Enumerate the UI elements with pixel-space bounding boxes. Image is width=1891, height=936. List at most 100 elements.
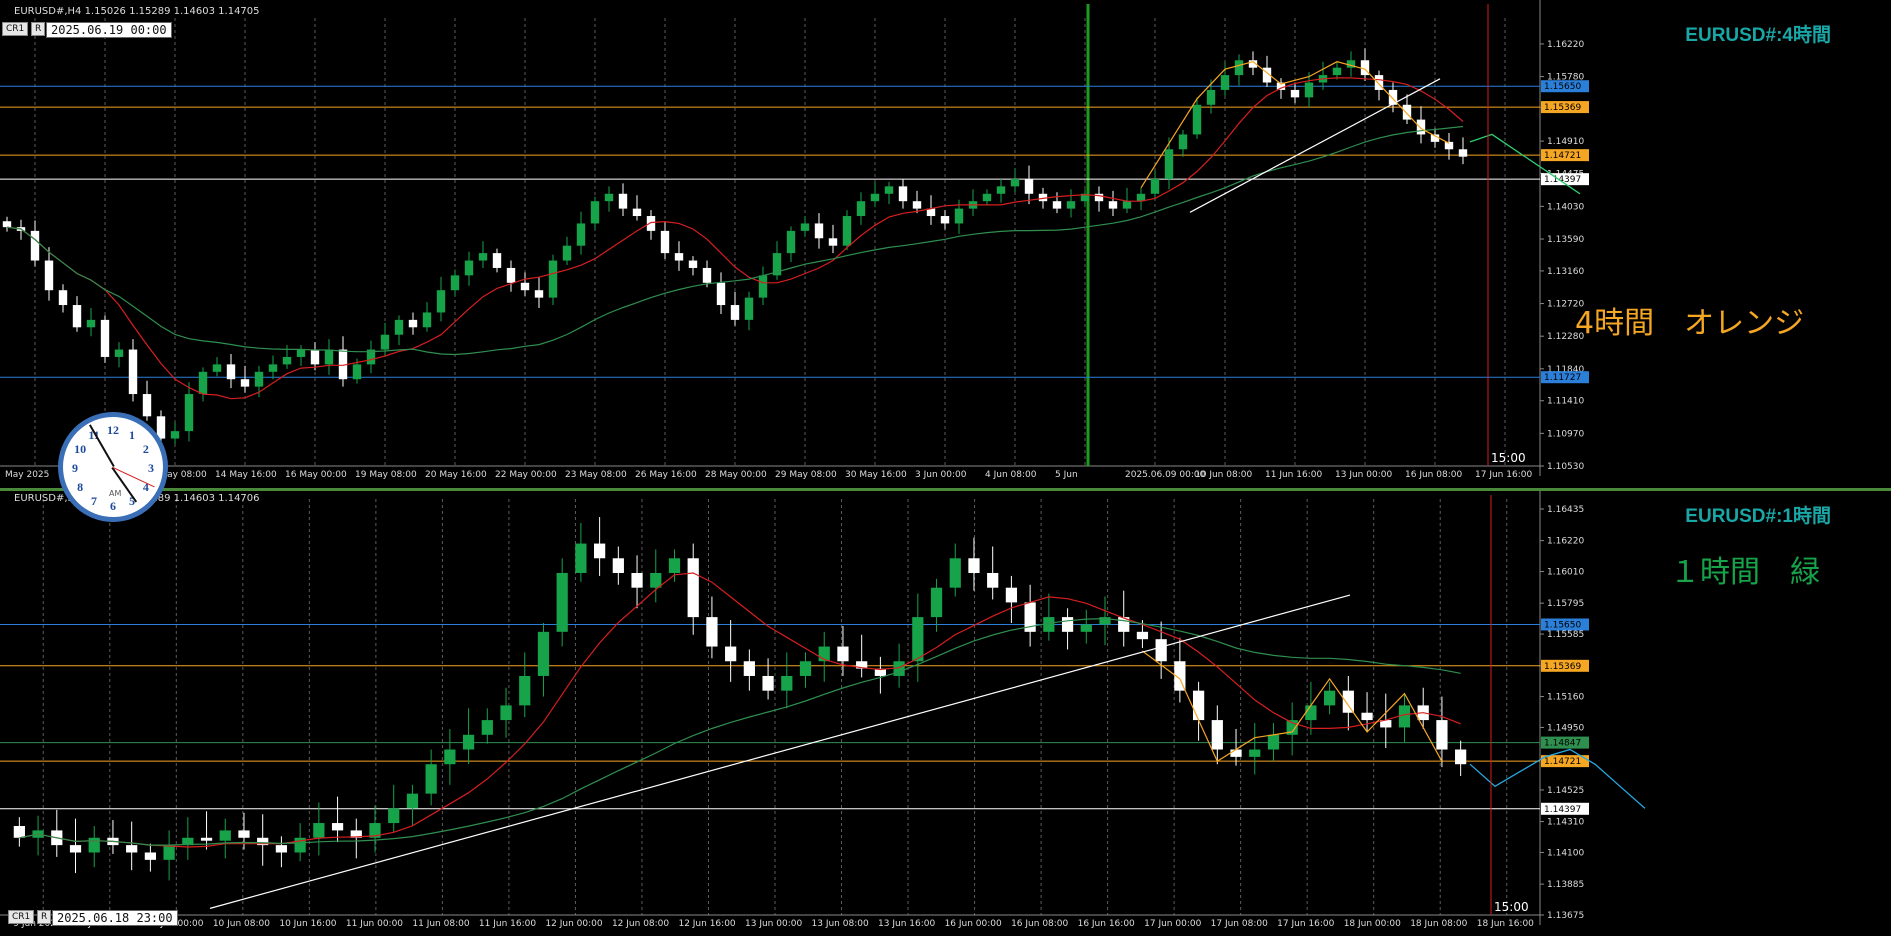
y-tick-label: 1.14100 <box>1547 848 1584 858</box>
candle-body <box>506 267 516 283</box>
candle-body <box>331 823 344 831</box>
price-line-label: 1.15369 <box>1544 662 1581 672</box>
candle-body <box>212 364 222 372</box>
candle-body <box>275 845 288 853</box>
candle-body <box>668 558 681 573</box>
candle-body <box>632 208 642 217</box>
candle-body <box>548 260 558 298</box>
x-tick-label: 16 Jun 00:00 <box>945 919 1002 929</box>
x-tick-label: 12 Jun 08:00 <box>612 919 669 929</box>
x-tick-label: 11 Jun 16:00 <box>1265 470 1322 480</box>
candle-body <box>725 646 737 662</box>
candle-body <box>743 661 755 676</box>
cr1-button[interactable]: CR1 <box>2 22 29 36</box>
candle-body <box>450 275 460 291</box>
x-tick-label: 28 May 00:00 <box>705 470 767 480</box>
h4-chart-canvas[interactable]: May 202513 May 00:0013 May 08:0014 May 1… <box>0 0 1891 488</box>
candle-body <box>519 675 531 706</box>
candle-body <box>898 186 908 202</box>
candle-body <box>394 319 404 335</box>
candle-body <box>422 312 432 328</box>
x-tick-label: 17 Jun 16:00 <box>1277 919 1334 929</box>
candle-body <box>912 617 924 662</box>
candle-body <box>912 201 922 209</box>
r-button-bottom[interactable]: R <box>37 910 52 924</box>
candle-body <box>464 260 474 276</box>
candle-body <box>163 845 175 860</box>
candle-body <box>576 223 586 246</box>
candle-body <box>781 675 793 691</box>
y-tick-label: 1.13590 <box>1547 235 1584 245</box>
x-tick-label: 16 May 00:00 <box>285 470 347 480</box>
h4-date-box: 2025.06.19 00:00 <box>46 22 172 38</box>
candle-body <box>408 319 418 328</box>
candle-body <box>1436 720 1448 750</box>
h1-date-box: 2025.06.18 23:00 <box>52 910 178 926</box>
clock-number: 3 <box>148 461 154 475</box>
candle-body <box>313 823 325 838</box>
candle-body <box>126 845 138 853</box>
candle-body <box>1267 734 1280 750</box>
x-tick-label: 20 May 16:00 <box>425 470 487 480</box>
candle-body <box>1108 201 1118 209</box>
candle-body <box>436 290 446 313</box>
candle-body <box>86 319 96 328</box>
candle-body <box>240 379 250 387</box>
candle-body <box>30 230 40 261</box>
candle-body <box>44 260 54 291</box>
candle-body <box>500 705 512 721</box>
candle-body <box>254 371 264 387</box>
price-line-label: 1.15369 <box>1544 103 1581 113</box>
candle-body <box>842 216 852 246</box>
candle-body <box>1192 104 1202 135</box>
candle-body <box>100 319 110 357</box>
candle-body <box>646 216 656 231</box>
candle-body <box>688 260 698 268</box>
candle-body <box>492 253 502 268</box>
candle-body <box>282 356 292 365</box>
candle-body <box>730 305 740 320</box>
candle-body <box>556 572 568 632</box>
candle-body <box>1066 201 1076 209</box>
h4-chart-pane[interactable]: May 202513 May 00:0013 May 08:0014 May 1… <box>0 0 1891 491</box>
x-tick-label: 2025.06.09 00:00 <box>1125 470 1206 480</box>
candle-body <box>604 193 614 202</box>
x-tick-label: 13 Jun 00:00 <box>745 919 802 929</box>
x-tick-label: 16 Jun 08:00 <box>1405 470 1462 480</box>
y-tick-label: 1.14910 <box>1547 137 1584 147</box>
price-line-label: 1.15650 <box>1544 82 1581 92</box>
candle-body <box>444 749 456 765</box>
price-line-label: 1.14397 <box>1544 175 1581 185</box>
candle-body <box>184 394 194 432</box>
candle-body <box>198 371 208 395</box>
candle-body <box>1080 624 1092 632</box>
candle-body <box>856 201 866 217</box>
h1-chart-pane[interactable]: 9 Jun 20259 Jun 16:0010 Jun 00:0010 Jun … <box>0 491 1891 936</box>
candle-body <box>706 617 718 647</box>
price-line-label: 1.11727 <box>1544 373 1581 383</box>
y-tick-label: 1.10970 <box>1547 429 1584 439</box>
candle-body <box>814 223 824 239</box>
r-button[interactable]: R <box>31 22 46 36</box>
candle-body <box>1136 631 1149 640</box>
candle-body <box>1150 178 1160 194</box>
candle-body <box>1005 587 1018 603</box>
candle-body <box>1416 119 1426 135</box>
cr1-button-bottom[interactable]: CR1 <box>8 910 35 924</box>
candle-body <box>940 216 950 224</box>
h1-chart-canvas[interactable]: 9 Jun 20259 Jun 16:0010 Jun 00:0010 Jun … <box>0 491 1891 936</box>
h1-pane-title: EURUSD#:1時間 <box>1685 506 1831 527</box>
candle-body <box>828 238 838 246</box>
trendline <box>1189 78 1441 213</box>
x-tick-label: 3 Jun 00:00 <box>915 470 967 480</box>
candle-body <box>1361 712 1373 721</box>
clock-number: 9 <box>72 461 78 475</box>
candle-body <box>114 349 124 357</box>
candle-body <box>744 297 754 320</box>
candle-body <box>562 245 572 261</box>
y-tick-label: 1.16220 <box>1547 537 1584 547</box>
candle-body <box>200 837 213 841</box>
analog-clock-widget[interactable]: 121234567891011 AM <box>58 412 168 522</box>
x-tick-label: 18 Jun 16:00 <box>1477 919 1534 929</box>
candle-body <box>660 230 670 254</box>
